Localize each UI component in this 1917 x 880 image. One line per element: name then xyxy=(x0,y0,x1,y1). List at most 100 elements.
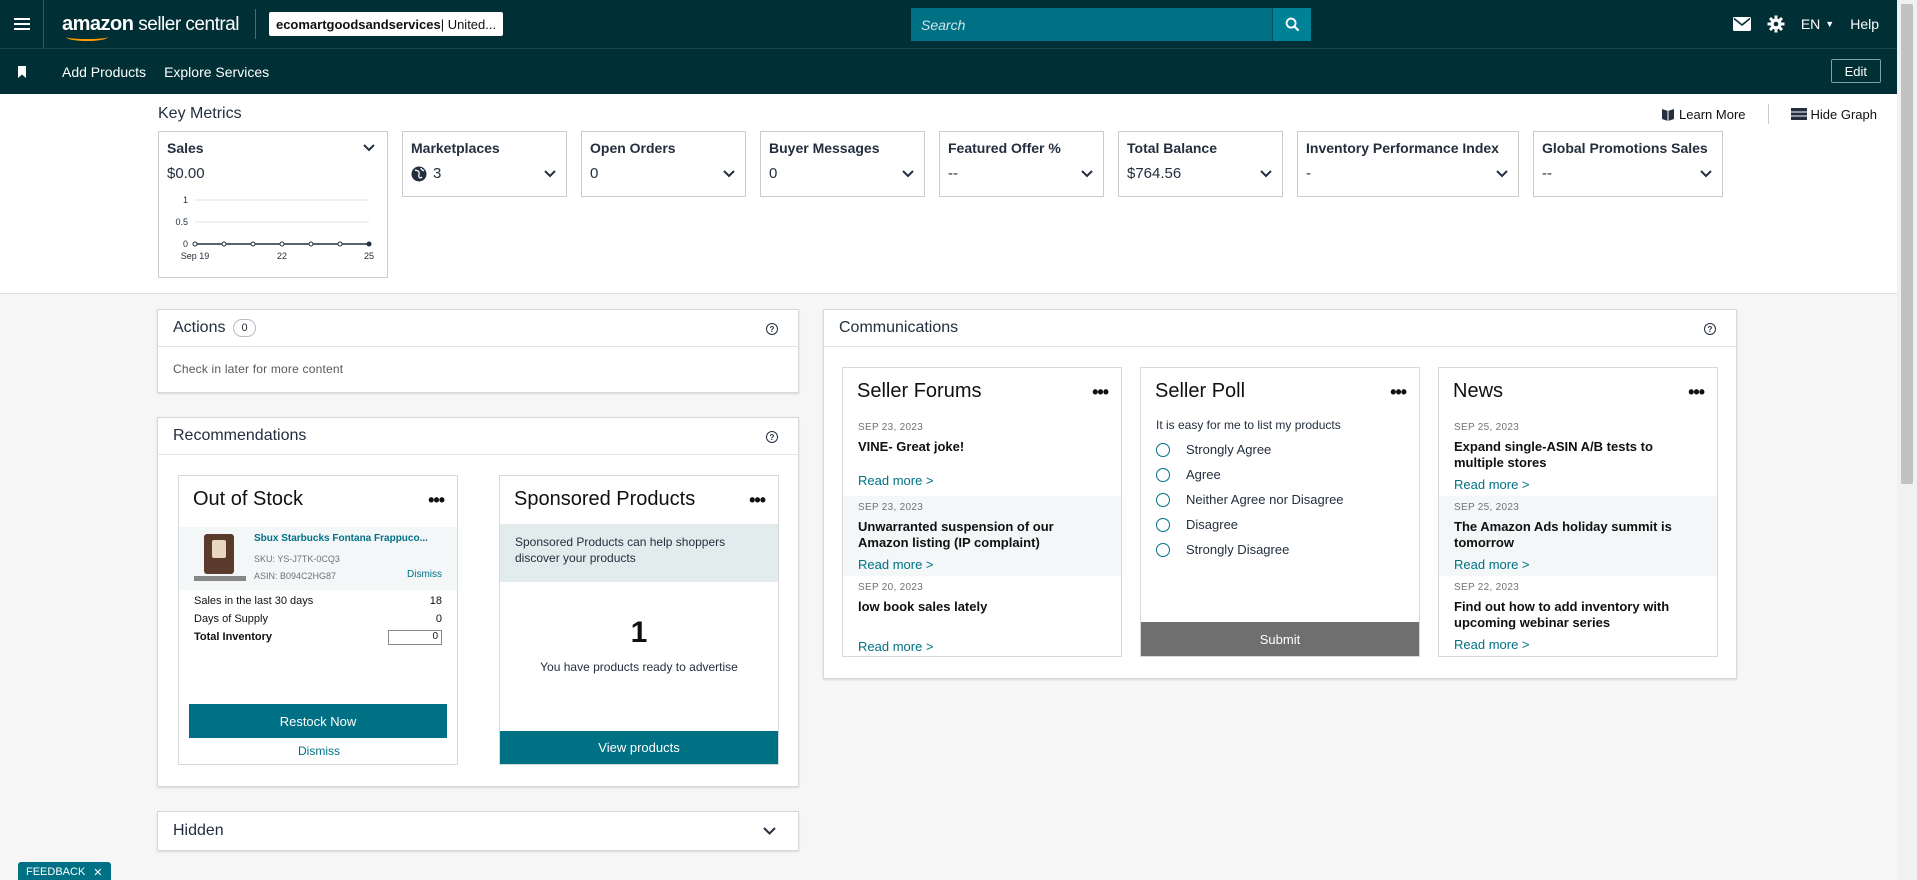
header-right-nav: EN ▼ Help xyxy=(1732,0,1879,48)
more-options-icon[interactable]: ••• xyxy=(749,491,766,509)
inventory-stats: Sales in the last 30 days 18 Days of Supp… xyxy=(179,590,457,648)
search-input[interactable]: Search xyxy=(911,8,1272,41)
chevron-down-icon[interactable] xyxy=(1081,170,1093,178)
sponsored-products-widget: Sponsored Products ••• Sponsored Products… xyxy=(499,475,779,765)
communications-title: Communications xyxy=(839,319,959,336)
key-metrics-links: Learn More Hide Graph xyxy=(1661,104,1877,124)
language-selector[interactable]: EN ▼ xyxy=(1801,16,1834,32)
poll-option[interactable]: Agree xyxy=(1156,467,1419,482)
chevron-down-icon[interactable] xyxy=(723,170,735,178)
restock-now-button[interactable]: Restock Now xyxy=(189,704,447,738)
radio-button[interactable] xyxy=(1156,492,1170,507)
read-more-link[interactable]: Read more > xyxy=(1454,637,1702,652)
item-title[interactable]: Find out how to add inventory with upcom… xyxy=(1454,599,1702,631)
item-date: SEP 25, 2023 xyxy=(1454,502,1520,513)
product-name-link[interactable]: Sbux Starbucks Fontana Frappuco... xyxy=(254,533,428,544)
more-options-icon[interactable]: ••• xyxy=(428,491,445,509)
item-date: SEP 25, 2023 xyxy=(1454,422,1520,433)
help-icon[interactable]: ? xyxy=(766,431,778,443)
seller-poll-title-text: Seller Poll xyxy=(1155,380,1246,402)
chevron-down-icon[interactable] xyxy=(1260,170,1272,178)
chevron-down-icon[interactable] xyxy=(544,170,556,178)
hide-graph-link[interactable]: Hide Graph xyxy=(1790,107,1877,122)
radio-button[interactable] xyxy=(1156,442,1170,457)
metric-tile-2[interactable]: Buyer Messages 0 xyxy=(760,131,925,197)
top-navigation-bar: amazon seller central ecomartgoodsandser… xyxy=(0,0,1897,48)
out-of-stock-widget: Out of Stock ••• Sbux Starbucks Fontana F… xyxy=(178,475,458,765)
metric-tile-4[interactable]: Total Balance $764.56 xyxy=(1118,131,1283,197)
settings-gear-icon[interactable] xyxy=(1767,15,1785,33)
more-options-icon[interactable]: ••• xyxy=(1092,383,1109,401)
communications-card: Communications ? Seller Forums ••• SEP 23… xyxy=(823,309,1737,679)
metric-value-row: 0 xyxy=(590,165,737,182)
total-inventory-input[interactable]: 0 xyxy=(388,629,442,645)
help-icon[interactable]: ? xyxy=(766,323,778,335)
metric-tile-3[interactable]: Featured Offer % -- xyxy=(939,131,1104,197)
read-more-link[interactable]: Read more > xyxy=(858,639,1106,654)
read-more-link[interactable]: Read more > xyxy=(858,473,1106,488)
item-title[interactable]: Unwarranted suspension of our Amazon lis… xyxy=(858,519,1106,551)
chevron-down-icon[interactable] xyxy=(1700,170,1712,178)
nav-explore-services[interactable]: Explore Services xyxy=(164,64,269,80)
book-icon xyxy=(1662,109,1675,121)
read-more-link[interactable]: Read more > xyxy=(1454,557,1702,572)
key-metrics-title: Key Metrics xyxy=(158,105,242,122)
globe-icon xyxy=(411,166,427,181)
item-title[interactable]: Expand single-ASIN A/B tests to multiple… xyxy=(1454,439,1702,471)
chevron-down-icon[interactable] xyxy=(902,170,914,178)
product-row: Sbux Starbucks Fontana Frappuco... SKU: … xyxy=(179,527,457,590)
more-options-icon[interactable]: ••• xyxy=(1390,383,1407,401)
hidden-card[interactable]: Hidden xyxy=(157,811,799,851)
read-more-link[interactable]: Read more > xyxy=(1454,477,1702,492)
chevron-down-icon[interactable] xyxy=(1496,170,1508,178)
poll-option-label: Strongly Disagree xyxy=(1186,542,1290,557)
dismiss-link[interactable]: Dismiss xyxy=(179,744,459,758)
metric-value: -- xyxy=(948,165,958,182)
edit-bookmarks-button[interactable]: Edit xyxy=(1830,59,1881,83)
out-of-stock-title-text: Out of Stock xyxy=(193,488,304,510)
learn-more-link[interactable]: Learn More xyxy=(1661,107,1746,122)
metric-tile-1[interactable]: Open Orders 0 xyxy=(581,131,746,197)
help-icon[interactable]: ? xyxy=(1704,323,1716,335)
page-scrollbar[interactable] xyxy=(1897,0,1917,880)
metric-value-row: -- xyxy=(1542,165,1714,182)
view-products-button[interactable]: View products xyxy=(500,731,778,764)
bookmark-icon[interactable] xyxy=(0,65,44,78)
radio-button[interactable] xyxy=(1156,542,1170,557)
poll-submit-button[interactable]: Submit xyxy=(1141,622,1419,656)
nav-add-products[interactable]: Add Products xyxy=(62,64,146,80)
item-date: SEP 22, 2023 xyxy=(1454,582,1520,593)
total-inventory-label: Total Inventory xyxy=(194,631,273,643)
sales-metric-tile[interactable]: Sales $0.00 1 0.5 0 Sep 19 22 25 xyxy=(158,131,388,278)
poll-option[interactable]: Strongly Agree xyxy=(1156,442,1419,457)
close-icon[interactable]: ✕ xyxy=(93,866,102,879)
chevron-down-icon[interactable] xyxy=(363,144,375,152)
poll-option[interactable]: Strongly Disagree xyxy=(1156,542,1419,557)
seller-central-logo[interactable]: amazon seller central xyxy=(62,13,239,41)
radio-button[interactable] xyxy=(1156,517,1170,532)
item-title[interactable]: low book sales lately xyxy=(858,599,1106,615)
more-options-icon[interactable]: ••• xyxy=(1688,383,1705,401)
communications-header: Communications ? xyxy=(824,310,1736,347)
item-title[interactable]: VINE- Great joke! xyxy=(858,439,1106,455)
help-link[interactable]: Help xyxy=(1850,16,1879,32)
messages-icon[interactable] xyxy=(1732,17,1751,31)
product-dismiss-link[interactable]: Dismiss xyxy=(407,569,442,580)
hamburger-menu-icon[interactable] xyxy=(0,0,44,48)
poll-option[interactable]: Disagree xyxy=(1156,517,1419,532)
radio-button[interactable] xyxy=(1156,467,1170,482)
metric-tile-5[interactable]: Inventory Performance Index - xyxy=(1297,131,1519,197)
scrollbar-thumb[interactable] xyxy=(1901,4,1913,484)
feedback-tab[interactable]: FEEDBACK ✕ xyxy=(18,862,111,880)
actions-empty-text: Check in later for more content xyxy=(173,362,344,376)
poll-option[interactable]: Neither Agree nor Disagree xyxy=(1156,492,1419,507)
metric-tile-6[interactable]: Global Promotions Sales -- xyxy=(1533,131,1723,197)
x-tick-label: 22 xyxy=(277,251,287,261)
metric-tile-0[interactable]: Marketplaces 3 xyxy=(402,131,567,197)
metric-label: Buyer Messages xyxy=(769,140,880,156)
item-title[interactable]: The Amazon Ads holiday summit is tomorro… xyxy=(1454,519,1702,551)
store-selector[interactable]: ecomartgoodsandservices | United... xyxy=(268,12,504,36)
read-more-link[interactable]: Read more > xyxy=(858,557,1106,572)
search-button[interactable] xyxy=(1272,8,1311,41)
chevron-down-icon[interactable] xyxy=(763,827,776,835)
